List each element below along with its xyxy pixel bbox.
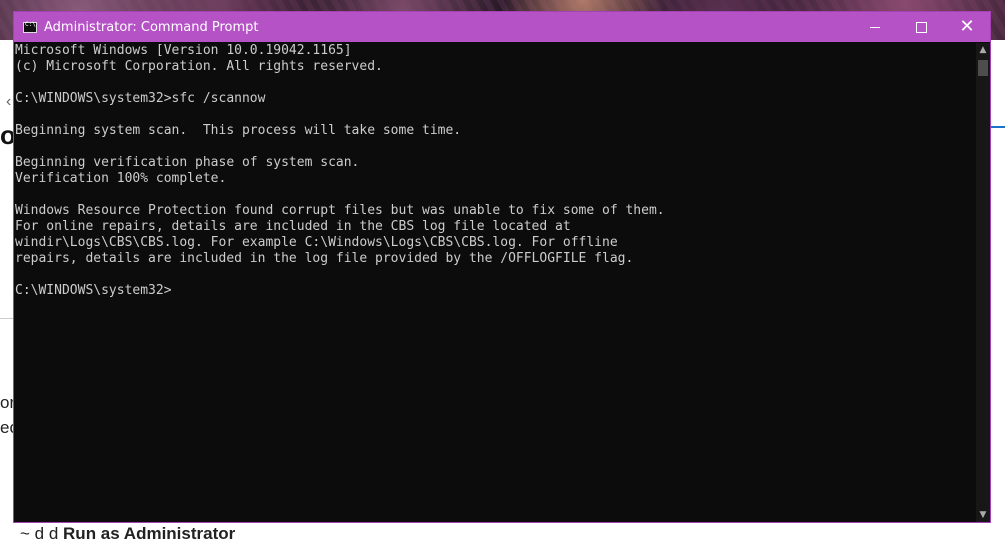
console-line: (c) Microsoft Corporation. All rights re… <box>15 59 383 74</box>
console-line: repairs, details are included in the log… <box>15 251 634 266</box>
background-bottom-bold: Run as Administrator <box>63 524 236 543</box>
back-chevron-icon: ‹ <box>6 93 12 110</box>
vertical-scrollbar[interactable]: ▲ ▼ <box>976 43 990 522</box>
console-line: C:\WINDOWS\system32>sfc /scannow <box>15 91 266 106</box>
console-line: Beginning system scan. This process will… <box>15 123 462 138</box>
background-divider <box>990 126 1005 128</box>
background-divider <box>0 318 14 319</box>
console-line: Windows Resource Protection found corrup… <box>15 203 665 218</box>
minimize-button[interactable] <box>852 12 898 42</box>
console-line: Beginning verification phase of system s… <box>15 155 360 170</box>
maximize-button[interactable] <box>898 12 944 42</box>
title-bar[interactable]: Administrator: Command Prompt ✕ <box>14 12 990 42</box>
close-icon: ✕ <box>959 16 975 37</box>
console-line: C:\WINDOWS\system32> <box>15 283 172 298</box>
console-line: Microsoft Windows [Version 10.0.19042.11… <box>15 43 352 58</box>
console-output[interactable]: Microsoft Windows [Version 10.0.19042.11… <box>14 43 977 522</box>
console-line: Verification 100% complete. <box>15 171 227 186</box>
console-line: For online repairs, details are included… <box>15 219 571 234</box>
scrollbar-thumb[interactable] <box>978 60 988 76</box>
background-bottom-plain: ~ d d <box>20 524 59 543</box>
scroll-down-arrow-icon[interactable]: ▼ <box>976 508 990 522</box>
background-bottom-text: ~ d d Run as Administrator <box>20 524 235 544</box>
console-app-icon[interactable] <box>23 21 37 33</box>
close-button[interactable]: ✕ <box>944 12 990 42</box>
minimize-icon <box>870 26 880 28</box>
window-title: Administrator: Command Prompt <box>44 19 259 35</box>
maximize-icon <box>915 21 927 33</box>
scroll-up-arrow-icon[interactable]: ▲ <box>976 43 990 57</box>
console-line: windir\Logs\CBS\CBS.log. For example C:\… <box>15 235 618 250</box>
command-prompt-window[interactable]: Administrator: Command Prompt ✕ Microsof… <box>13 11 991 523</box>
